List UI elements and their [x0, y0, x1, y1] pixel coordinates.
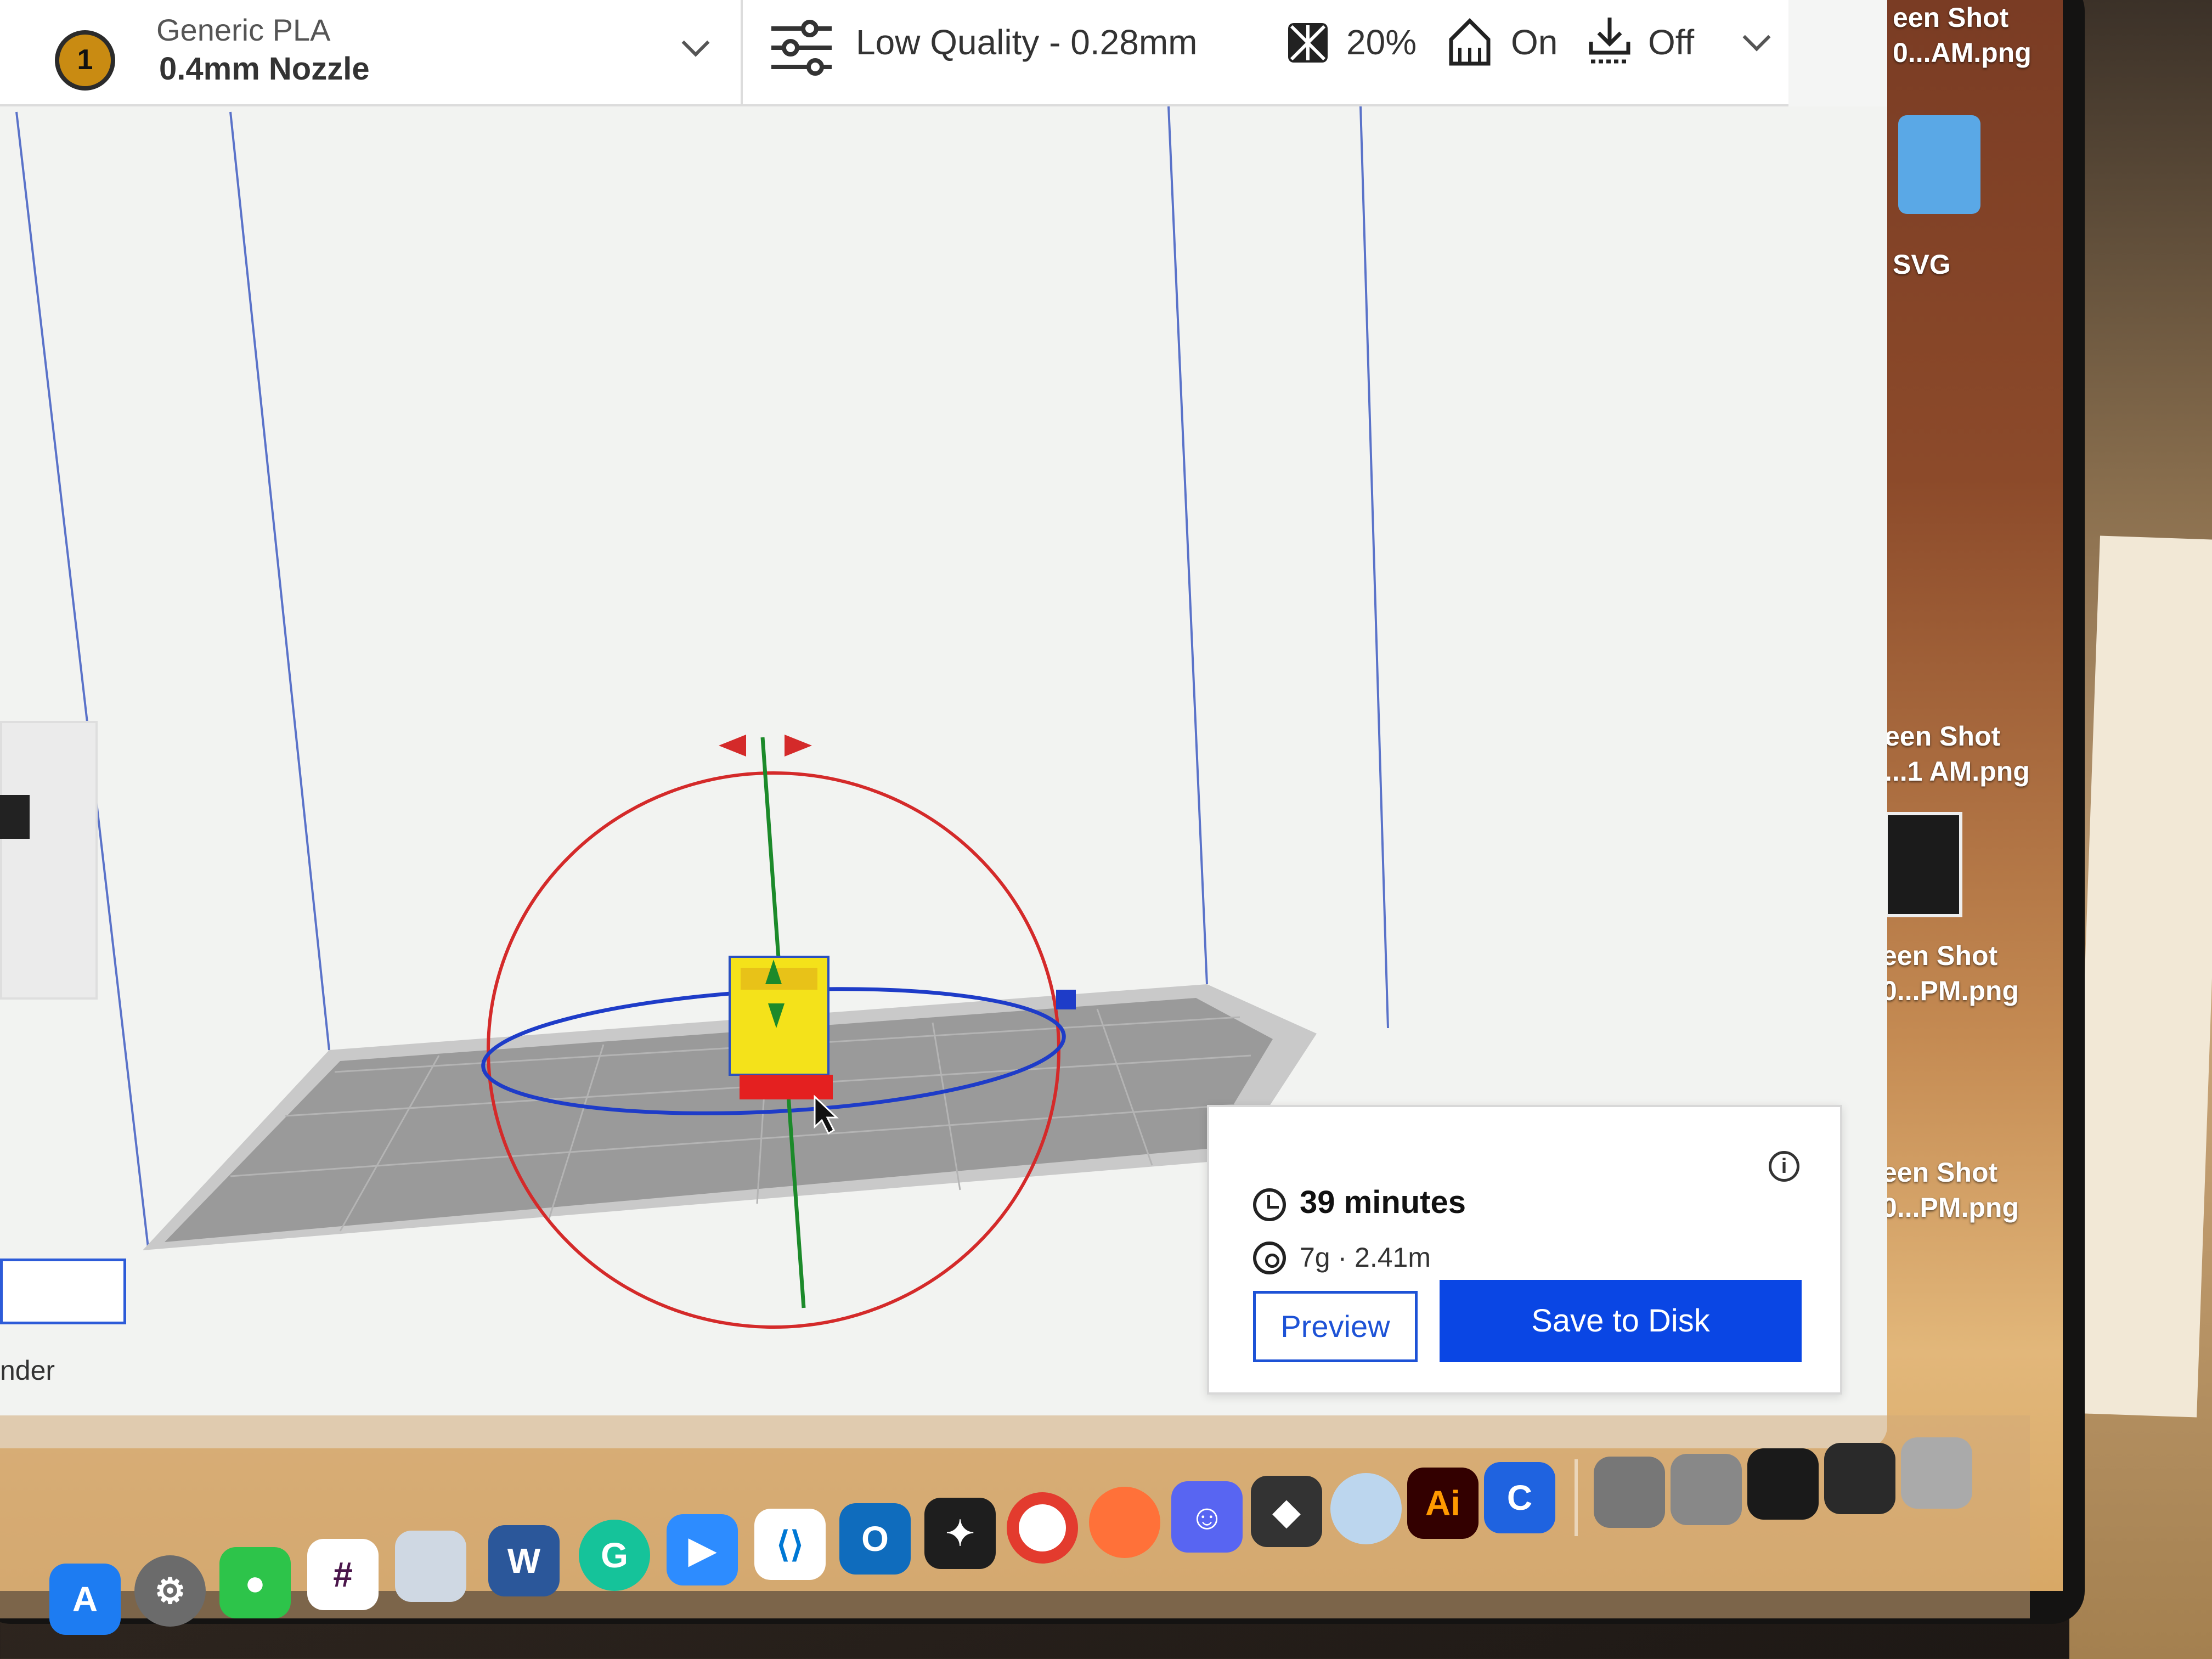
slack-icon[interactable]: # — [307, 1539, 379, 1610]
quicktime-icon[interactable] — [1330, 1473, 1402, 1544]
recent-window-icon[interactable] — [1671, 1454, 1742, 1525]
word-label: W — [507, 1541, 541, 1581]
desktop-file-ext: ...1 AM.png — [1884, 756, 2030, 787]
desktop-file-ext: 0...PM.png — [1882, 975, 2019, 1006]
desktop-file-name: een Shot — [1882, 1157, 1998, 1188]
desktop-file-svg[interactable]: SVG — [1893, 247, 1951, 282]
support-value: On — [1511, 22, 1558, 62]
illustrator-label: Ai — [1425, 1483, 1460, 1523]
chrome-icon[interactable] — [1007, 1492, 1078, 1564]
macos-dock: A ⚙ ● # W G ▶ ⟨⟩ O ✦ ☺ ◆ Ai C — [0, 1415, 2030, 1635]
desktop-file-name: een Shot — [1882, 940, 1998, 971]
desktop-file-ext: 0...AM.png — [1893, 37, 2032, 68]
cura-window: 1 Generic PLA 0.4mm Nozzle Low Quality -… — [0, 0, 1887, 1448]
preview-button[interactable]: Preview — [1253, 1291, 1418, 1362]
desktop-file-1[interactable]: een Shot 0...AM.png — [1893, 0, 2032, 70]
extruder-number: 1 — [77, 44, 93, 76]
material-selector[interactable]: 1 Generic PLA 0.4mm Nozzle — [0, 0, 741, 104]
print-summary-panel: i 39 minutes 7g · 2.41m Preview Save to … — [1207, 1105, 1842, 1395]
desktop-file-ext: 0...PM.png — [1882, 1192, 2019, 1223]
chevron-down-icon — [1742, 23, 1771, 52]
zoom-icon[interactable]: ▶ — [667, 1514, 738, 1585]
adhesion-download-icon — [1589, 18, 1630, 64]
object-list-field[interactable] — [0, 1259, 126, 1324]
c-app-label: C — [1506, 1478, 1533, 1517]
recent-window-icon[interactable] — [1747, 1448, 1819, 1520]
tool-icon[interactable] — [0, 795, 30, 839]
adhesion-value: Off — [1648, 22, 1695, 62]
sidebar-label: nder — [0, 1355, 55, 1386]
spool-icon — [1253, 1242, 1286, 1274]
trash-icon[interactable] — [1901, 1437, 1972, 1509]
side-toolbar-panel — [0, 721, 98, 1000]
model-base[interactable] — [740, 1075, 833, 1099]
inkscape-icon[interactable]: ◆ — [1251, 1476, 1322, 1547]
material-usage: 7g · 2.41m — [1300, 1242, 1431, 1273]
dock-divider — [1575, 1459, 1578, 1536]
extruder-badge-icon: 1 — [55, 30, 115, 91]
discord-icon[interactable]: ☺ — [1171, 1481, 1243, 1553]
recent-window-icon[interactable] — [1594, 1457, 1665, 1528]
rotate-handle-blue[interactable] — [1056, 990, 1076, 1009]
infill-icon — [1288, 23, 1328, 63]
print-profile-selector[interactable]: Low Quality - 0.28mm 20% On Off — [743, 0, 1788, 104]
desktop-file-2[interactable]: een Shot ...1 AM.png — [1884, 719, 2030, 789]
desktop-file-name: SVG — [1893, 249, 1951, 280]
figma-icon[interactable]: ✦ — [924, 1498, 996, 1569]
support-icon — [1449, 18, 1491, 66]
desktop-file-4[interactable]: een Shot 0...PM.png — [1882, 1155, 2019, 1225]
desktop-file-3[interactable]: een Shot 0...PM.png — [1882, 938, 2019, 1008]
material-name: Generic PLA — [156, 13, 331, 47]
settings-sliders-icon — [771, 20, 832, 76]
system-settings-icon[interactable]: ⚙ — [134, 1555, 206, 1627]
chevron-down-icon — [681, 29, 710, 57]
word-icon[interactable]: W — [488, 1525, 560, 1596]
nozzle-size: 0.4mm Nozzle — [159, 51, 370, 87]
desktop-file-thumbnail[interactable] — [1884, 812, 1962, 917]
vscode-icon[interactable]: ⟨⟩ — [754, 1509, 826, 1580]
3d-viewport[interactable]: nder i 39 minutes 7g · 2.41m Preview Sav… — [0, 106, 1887, 1448]
rotate-handle-right[interactable] — [785, 735, 812, 757]
save-to-disk-button[interactable]: Save to Disk — [1440, 1280, 1802, 1362]
print-settings-toolbar: 1 Generic PLA 0.4mm Nozzle Low Quality -… — [0, 0, 1788, 106]
print-time: 39 minutes — [1300, 1184, 1466, 1220]
info-icon[interactable]: i — [1769, 1151, 1799, 1182]
infill-value: 20% — [1346, 22, 1417, 62]
clock-icon — [1253, 1188, 1286, 1221]
firefox-icon[interactable] — [1089, 1487, 1160, 1558]
wechat-icon[interactable]: ● — [219, 1547, 291, 1618]
desktop-file-name: een Shot — [1893, 2, 2009, 33]
folder-icon[interactable] — [1898, 115, 1980, 214]
desktop-file-name: een Shot — [1884, 721, 2001, 752]
illustrator-icon[interactable]: Ai — [1407, 1468, 1479, 1539]
grammarly-icon[interactable]: G — [579, 1520, 650, 1591]
quality-profile: Low Quality - 0.28mm — [856, 22, 1198, 62]
c-app-icon[interactable]: C — [1484, 1462, 1555, 1533]
app-store-icon[interactable]: A — [49, 1564, 121, 1635]
preview-icon[interactable] — [395, 1531, 466, 1602]
recent-window-icon[interactable] — [1824, 1443, 1895, 1514]
rotate-handle-left[interactable] — [719, 735, 746, 757]
outlook-icon[interactable]: O — [839, 1503, 911, 1575]
